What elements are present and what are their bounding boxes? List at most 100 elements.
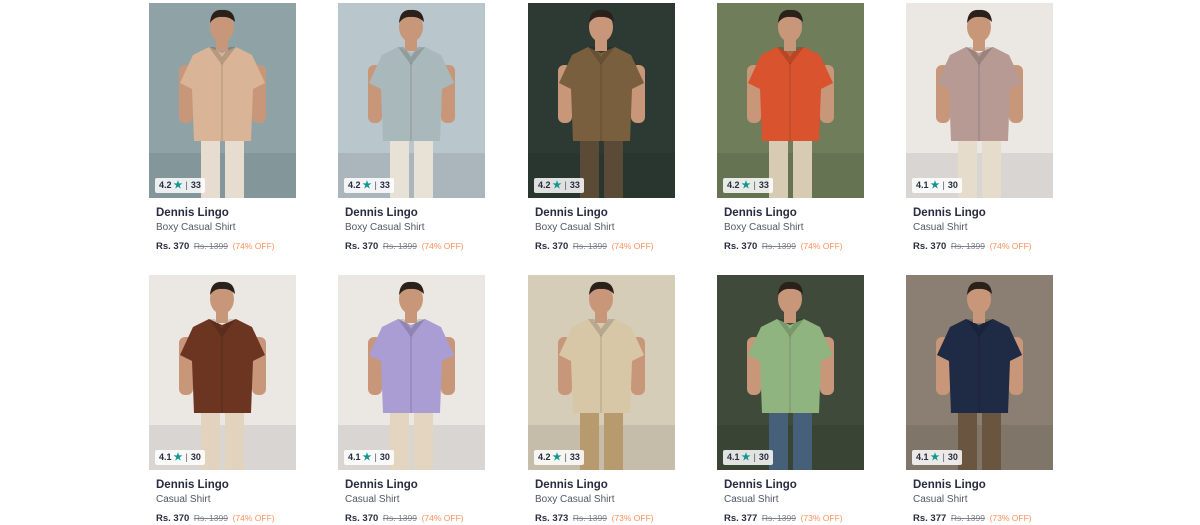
star-icon: ★: [362, 452, 372, 463]
product-name: Boxy Casual Shirt: [535, 222, 615, 233]
product-card[interactable]: 4.1 ★ | 30 Dennis Lingo Casual Shirt Rs.…: [338, 275, 486, 525]
product-name: Casual Shirt: [913, 222, 968, 233]
product-thumbnail[interactable]: 4.1 ★ | 30: [149, 275, 296, 470]
product-thumbnail[interactable]: 4.2 ★ | 33: [338, 3, 485, 198]
product-info: Dennis Lingo Casual Shirt Rs. 370 Rs. 13…: [149, 478, 297, 525]
rating-count: 33: [190, 180, 201, 190]
product-brand: Dennis Lingo: [156, 207, 229, 219]
product-info: Dennis Lingo Boxy Casual Shirt Rs. 370 R…: [528, 206, 676, 253]
product-brand: Dennis Lingo: [913, 207, 986, 219]
rating-badge: 4.1 ★ | 30: [723, 450, 773, 465]
product-brand: Dennis Lingo: [156, 479, 229, 491]
rating-separator: |: [564, 180, 567, 190]
product-card[interactable]: 4.1 ★ | 30 Dennis Lingo Casual Shirt Rs.…: [906, 3, 1054, 253]
price-row: Rs. 370 Rs. 1399 (74% OFF): [156, 240, 297, 253]
mrp-price: Rs. 1399: [382, 241, 417, 251]
product-thumbnail[interactable]: 4.1 ★ | 30: [906, 3, 1053, 198]
product-card[interactable]: 4.2 ★ | 33 Dennis Lingo Boxy Casual Shir…: [149, 3, 297, 253]
rating-value: 4.2: [538, 452, 551, 462]
rating-count: 33: [379, 180, 390, 190]
selling-price: Rs. 370: [156, 513, 190, 524]
discount-label: (74% OFF): [800, 241, 843, 251]
price-row: Rs. 377 Rs. 1399 (73% OFF): [724, 512, 865, 525]
rating-separator: |: [753, 452, 756, 462]
product-thumbnail[interactable]: 4.2 ★ | 33: [528, 275, 675, 470]
discount-label: (74% OFF): [232, 241, 275, 251]
discount-label: (74% OFF): [421, 513, 464, 523]
star-icon: ★: [362, 180, 372, 191]
rating-badge: 4.2 ★ | 33: [723, 178, 773, 193]
product-info: Dennis Lingo Casual Shirt Rs. 377 Rs. 13…: [717, 478, 865, 525]
product-info: Dennis Lingo Casual Shirt Rs. 370 Rs. 13…: [906, 206, 1054, 253]
mrp-price: Rs. 1399: [193, 241, 228, 251]
rating-separator: |: [942, 452, 945, 462]
star-icon: ★: [173, 180, 183, 191]
product-thumbnail[interactable]: 4.2 ★ | 33: [717, 3, 864, 198]
selling-price: Rs. 377: [913, 513, 947, 524]
rating-value: 4.2: [538, 180, 551, 190]
star-icon: ★: [741, 452, 751, 463]
selling-price: Rs. 370: [724, 241, 758, 252]
selling-price: Rs. 373: [535, 513, 569, 524]
discount-label: (73% OFF): [800, 513, 843, 523]
rating-separator: |: [942, 180, 945, 190]
rating-separator: |: [374, 452, 377, 462]
selling-price: Rs. 370: [345, 241, 379, 252]
rating-separator: |: [185, 180, 188, 190]
product-name: Casual Shirt: [345, 494, 400, 505]
product-card[interactable]: 4.1 ★ | 30 Dennis Lingo Casual Shirt Rs.…: [906, 275, 1054, 525]
mrp-price: Rs. 1399: [761, 513, 796, 523]
rating-count: 30: [190, 452, 201, 462]
selling-price: Rs. 370: [535, 241, 569, 252]
rating-count: 30: [379, 452, 390, 462]
mrp-price: Rs. 1399: [382, 513, 417, 523]
price-row: Rs. 377 Rs. 1399 (73% OFF): [913, 512, 1054, 525]
product-name: Boxy Casual Shirt: [535, 494, 615, 505]
rating-count: 30: [947, 452, 958, 462]
product-name: Casual Shirt: [724, 494, 779, 505]
product-info: Dennis Lingo Boxy Casual Shirt Rs. 373 R…: [528, 478, 676, 525]
product-name: Casual Shirt: [913, 494, 968, 505]
product-card[interactable]: 4.1 ★ | 30 Dennis Lingo Casual Shirt Rs.…: [149, 275, 297, 525]
product-info: Dennis Lingo Boxy Casual Shirt Rs. 370 R…: [149, 206, 297, 253]
rating-separator: |: [185, 452, 188, 462]
product-card[interactable]: 4.2 ★ | 33 Dennis Lingo Boxy Casual Shir…: [528, 275, 676, 525]
rating-value: 4.2: [727, 180, 740, 190]
product-info: Dennis Lingo Boxy Casual Shirt Rs. 370 R…: [717, 206, 865, 253]
price-row: Rs. 370 Rs. 1399 (74% OFF): [535, 240, 676, 253]
product-thumbnail[interactable]: 4.2 ★ | 33: [149, 3, 296, 198]
product-image: [528, 3, 675, 198]
rating-value: 4.1: [916, 452, 929, 462]
mrp-price: Rs. 1399: [761, 241, 796, 251]
star-icon: ★: [552, 180, 562, 191]
price-row: Rs. 370 Rs. 1399 (74% OFF): [913, 240, 1054, 253]
product-card[interactable]: 4.2 ★ | 33 Dennis Lingo Boxy Casual Shir…: [528, 3, 676, 253]
rating-count: 33: [758, 180, 769, 190]
product-card[interactable]: 4.1 ★ | 30 Dennis Lingo Casual Shirt Rs.…: [717, 275, 865, 525]
product-image: [338, 3, 485, 198]
rating-separator: |: [564, 452, 567, 462]
rating-count: 30: [947, 180, 958, 190]
product-card[interactable]: 4.2 ★ | 33 Dennis Lingo Boxy Casual Shir…: [338, 3, 486, 253]
product-card[interactable]: 4.2 ★ | 33 Dennis Lingo Boxy Casual Shir…: [717, 3, 865, 253]
rating-value: 4.1: [916, 180, 929, 190]
rating-value: 4.1: [159, 452, 172, 462]
product-thumbnail[interactable]: 4.2 ★ | 33: [528, 3, 675, 198]
selling-price: Rs. 370: [156, 241, 190, 252]
product-info: Dennis Lingo Casual Shirt Rs. 370 Rs. 13…: [338, 478, 486, 525]
discount-label: (74% OFF): [611, 241, 654, 251]
discount-label: (73% OFF): [989, 513, 1032, 523]
discount-label: (74% OFF): [989, 241, 1032, 251]
rating-badge: 4.2 ★ | 33: [344, 178, 394, 193]
product-thumbnail[interactable]: 4.1 ★ | 30: [906, 275, 1053, 470]
product-brand: Dennis Lingo: [913, 479, 986, 491]
rating-separator: |: [753, 180, 756, 190]
product-thumbnail[interactable]: 4.1 ★ | 30: [338, 275, 485, 470]
mrp-price: Rs. 1399: [572, 241, 607, 251]
product-brand: Dennis Lingo: [724, 479, 797, 491]
product-thumbnail[interactable]: 4.1 ★ | 30: [717, 275, 864, 470]
price-row: Rs. 370 Rs. 1399 (74% OFF): [156, 512, 297, 525]
product-name: Boxy Casual Shirt: [724, 222, 804, 233]
product-image: [717, 3, 864, 198]
rating-value: 4.2: [159, 180, 172, 190]
